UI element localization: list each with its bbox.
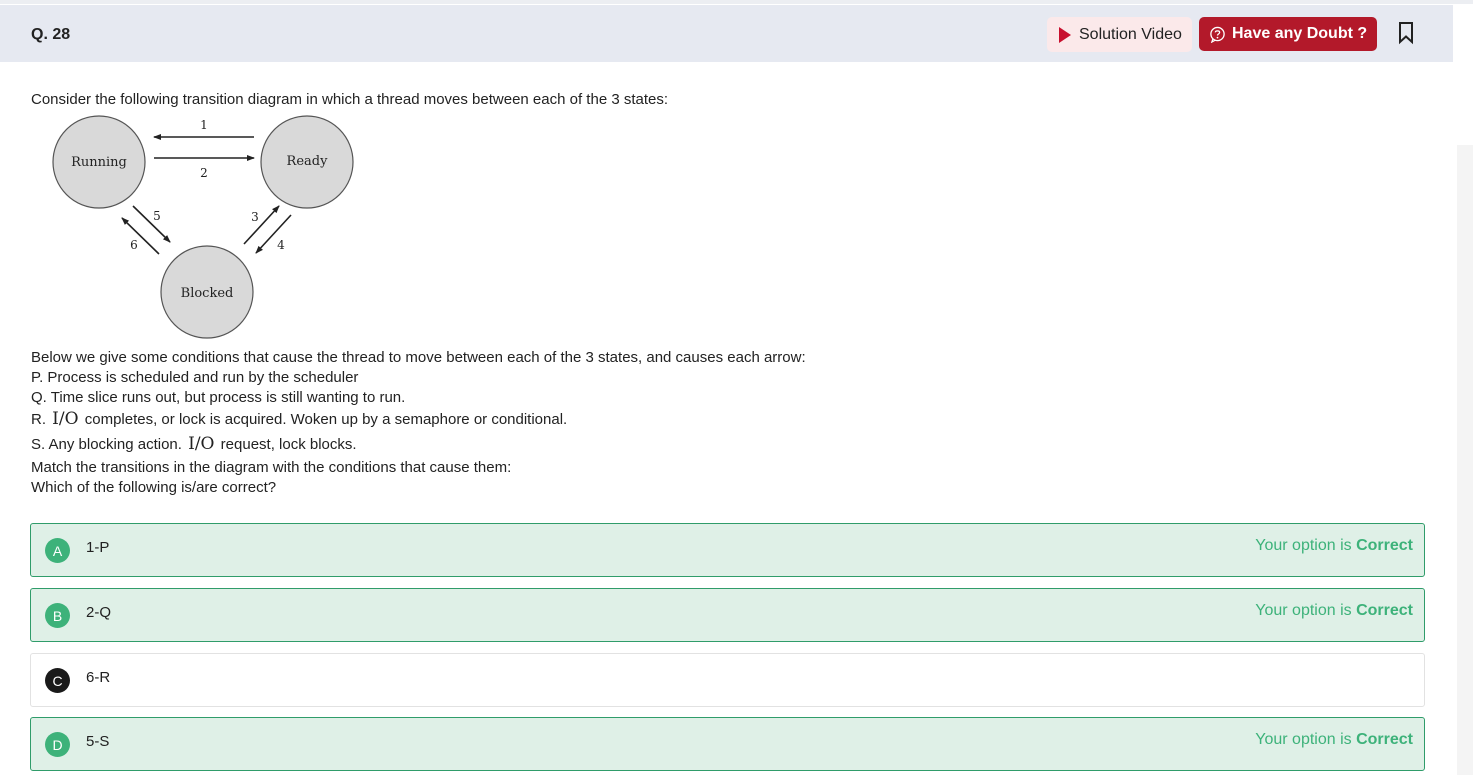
option-status-word: Correct xyxy=(1356,537,1413,554)
option-status-prefix: Your option is xyxy=(1255,537,1352,554)
condition-s-suffix: request, lock blocks. xyxy=(220,436,357,453)
option-a[interactable]: A 1-P Your option is Correct xyxy=(30,523,1425,577)
solution-video-button[interactable]: Solution Video xyxy=(1047,17,1192,52)
have-doubt-label: Have any Doubt ? xyxy=(1232,25,1368,42)
option-letter-badge: C xyxy=(45,668,70,693)
running-state-label: Running xyxy=(71,155,127,170)
option-status-word: Correct xyxy=(1356,602,1413,619)
arrow-4 xyxy=(255,214,292,254)
arrow-label-4: 4 xyxy=(277,238,285,252)
option-status: Your option is Correct xyxy=(1255,731,1413,749)
arrow-label-5: 5 xyxy=(153,209,161,223)
option-text: 1-P xyxy=(86,539,110,556)
page-scrollbar[interactable] xyxy=(1457,145,1473,775)
option-b[interactable]: B 2-Q Your option is Correct xyxy=(30,588,1425,642)
arrow-5 xyxy=(132,205,171,243)
condition-r-prefix: R. xyxy=(31,411,46,428)
match-instruction: Match the transitions in the diagram wit… xyxy=(31,459,512,476)
arrow-6 xyxy=(121,217,160,255)
option-status: Your option is Correct xyxy=(1255,602,1413,620)
condition-s-io: I/O xyxy=(188,434,215,454)
have-doubt-button[interactable]: Have any Doubt ? xyxy=(1199,17,1377,51)
option-d[interactable]: D 5-S Your option is Correct xyxy=(30,717,1425,771)
option-text: 2-Q xyxy=(86,604,112,621)
arrow-3 xyxy=(243,205,280,245)
state-transition-diagram: Running Ready Blocked 1 2 3 4 5 6 xyxy=(52,115,354,339)
solution-video-label: Solution Video xyxy=(1079,25,1182,43)
condition-r-suffix: completes, or lock is acquired. Woken up… xyxy=(84,411,568,428)
arrow-label-6: 6 xyxy=(130,238,138,252)
play-icon xyxy=(1059,26,1071,43)
condition-p: P. Process is scheduled and run by the s… xyxy=(31,369,359,386)
option-status: Your option is Correct xyxy=(1255,537,1413,555)
condition-q: Q. Time slice runs out, but process is s… xyxy=(31,389,406,406)
arrow-label-3: 3 xyxy=(251,210,259,224)
option-status-prefix: Your option is xyxy=(1255,731,1352,748)
question-intro: Consider the following transition diagra… xyxy=(31,91,669,108)
blocked-state-label: Blocked xyxy=(181,286,234,301)
option-text: 5-S xyxy=(86,733,110,750)
option-letter-badge: D xyxy=(45,732,70,757)
ready-state-label: Ready xyxy=(287,154,329,169)
arrow-label-1: 1 xyxy=(200,118,208,132)
option-status-word: Correct xyxy=(1356,731,1413,748)
option-letter-badge: B xyxy=(45,603,70,628)
top-divider xyxy=(0,0,1473,4)
question-header: Q. 28 Solution Video Have any Doubt ? xyxy=(0,5,1453,62)
condition-s-prefix: S. Any blocking action. xyxy=(31,436,182,453)
condition-r: R. I/O completes, or lock is acquired. W… xyxy=(31,409,567,429)
condition-s: S. Any blocking action. I/O request, loc… xyxy=(31,434,357,454)
question-bubble-icon xyxy=(1210,26,1225,43)
conditions-intro: Below we give some conditions that cause… xyxy=(31,349,806,366)
condition-r-io: I/O xyxy=(52,409,79,429)
which-correct-line: Which of the following is/are correct? xyxy=(31,479,277,496)
option-letter-badge: A xyxy=(45,538,70,563)
arrow-label-2: 2 xyxy=(200,166,208,180)
question-number: Q. 28 xyxy=(31,26,71,43)
option-c[interactable]: C 6-R xyxy=(30,653,1425,707)
option-status-prefix: Your option is xyxy=(1255,602,1352,619)
option-text: 6-R xyxy=(86,669,111,686)
bookmark-icon[interactable] xyxy=(1398,21,1414,45)
